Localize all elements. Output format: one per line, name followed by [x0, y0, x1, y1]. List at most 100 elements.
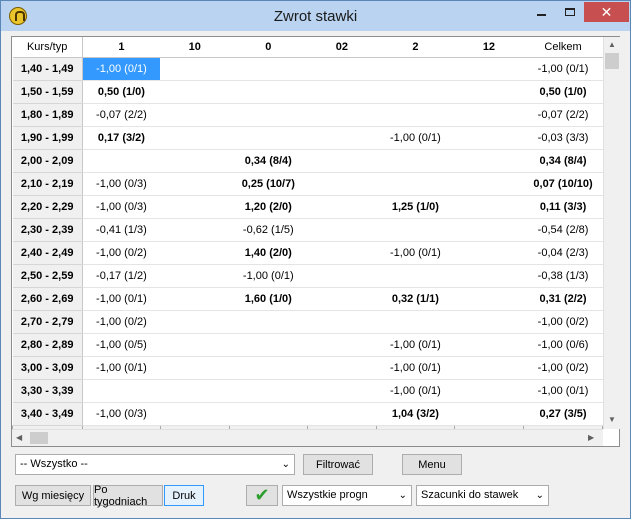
grid-cell[interactable] — [160, 218, 230, 242]
table-row[interactable]: 2,20 - 2,29 -1,00 (0/3) 1,20 (2/0) 1,25 (1/… — [12, 195, 603, 219]
table-row[interactable]: 1,80 - 1,89 -0,07 (2/2) -0,07 (2/2) — [12, 103, 603, 127]
grid-cell[interactable] — [160, 402, 230, 426]
table-row[interactable]: 2,80 - 2,89 -1,00 (0/5) -1,00 (0/1) -1,00 (… — [12, 333, 603, 357]
column-header[interactable]: 0 — [229, 37, 308, 58]
grid-cell[interactable]: 0,34 (8/4) — [229, 149, 308, 173]
grid-cell[interactable]: -1,00 (0/6) — [523, 333, 603, 357]
grid-cell[interactable] — [229, 333, 308, 357]
grid-cell[interactable]: -1,00 (0/1) — [376, 241, 455, 265]
grid-cell[interactable]: 0,11 (3/3) — [523, 195, 603, 219]
grid-cell[interactable] — [376, 264, 455, 288]
grid-cell[interactable]: -1,00 (0/1) — [376, 126, 455, 150]
grid-cell[interactable] — [160, 57, 230, 81]
grid-cell[interactable]: -1,00 (0/1) — [376, 333, 455, 357]
grid-cell[interactable] — [454, 287, 524, 311]
grid-cell[interactable]: 1,60 (1/0) — [229, 287, 308, 311]
grid-cell[interactable] — [454, 310, 524, 334]
grid-cell[interactable] — [160, 149, 230, 173]
grid-cell[interactable] — [82, 379, 161, 403]
grid-cell[interactable]: -0,54 (2/8) — [523, 218, 603, 242]
grid-cell[interactable] — [229, 126, 308, 150]
row-header[interactable]: 2,30 - 2,39 — [12, 218, 83, 242]
row-header[interactable]: 2,80 - 2,89 — [12, 333, 83, 357]
grid-cell[interactable] — [160, 80, 230, 104]
table-row[interactable]: 2,30 - 2,39 -0,41 (1/3) -0,62 (1/5) -0,54 (… — [12, 218, 603, 242]
grid-cell[interactable] — [160, 287, 230, 311]
grid-cell[interactable] — [454, 149, 524, 173]
grid-cell[interactable]: -1,00 (0/1) — [82, 356, 161, 380]
grid-cell[interactable] — [307, 379, 377, 403]
table-row[interactable]: 2,70 - 2,79 -1,00 (0/2) -1,00 (0/2) — [12, 310, 603, 334]
grid-cell[interactable]: -1,00 (0/1) — [523, 57, 603, 81]
grid-cell[interactable] — [307, 310, 377, 334]
grid-cell[interactable]: -0,41 (1/3) — [82, 218, 161, 242]
grid-cell[interactable]: -1,00 (0/2) — [523, 356, 603, 380]
grid-cell[interactable] — [376, 103, 455, 127]
grid-cell[interactable]: -1,00 (0/1) — [376, 379, 455, 403]
row-header[interactable]: 2,70 - 2,79 — [12, 310, 83, 334]
horizontal-scroll-thumb[interactable] — [30, 432, 48, 444]
row-header[interactable]: 3,30 - 3,39 — [12, 379, 83, 403]
minimize-button[interactable] — [528, 2, 555, 22]
grid-cell[interactable]: 1,40 (2/0) — [229, 241, 308, 265]
close-button[interactable]: ✕ — [584, 2, 629, 22]
grid-cell[interactable]: -1,00 (0/3) — [82, 172, 161, 196]
row-header[interactable]: 2,40 - 2,49 — [12, 241, 83, 265]
grid-cell[interactable]: -0,03 (3/3) — [523, 126, 603, 150]
scroll-down-icon[interactable]: ▼ — [608, 415, 616, 424]
column-header[interactable]: 1 — [82, 37, 161, 58]
filter-button[interactable]: Filtrować — [303, 454, 373, 475]
table-row[interactable]: 1,40 - 1,49 -1,00 (0/1) -1,00 (0/1) — [12, 57, 603, 81]
grid-cell[interactable]: -1,00 (0/2) — [82, 310, 161, 334]
grid-cell[interactable]: -1,00 (0/2) — [523, 310, 603, 334]
grid-cell[interactable] — [307, 195, 377, 219]
maximize-button[interactable] — [556, 2, 583, 22]
odds-return-grid[interactable]: Kurs/typ 1 10 0 02 2 12 Celkem 1,40 - 1,49 -1,00 … — [11, 36, 620, 447]
row-header[interactable]: 2,60 - 2,69 — [12, 287, 83, 311]
grid-cell[interactable] — [454, 241, 524, 265]
grid-cell[interactable]: -1,00 (0/3) — [82, 402, 161, 426]
row-header[interactable]: 1,80 - 1,89 — [12, 103, 83, 127]
scroll-left-icon[interactable]: ◀ — [16, 433, 22, 442]
grid-cell[interactable]: 1,25 (1/0) — [376, 195, 455, 219]
grid-cell[interactable] — [376, 310, 455, 334]
table-row[interactable]: 1,50 - 1,59 0,50 (1/0) 0,50 (1/0) — [12, 80, 603, 104]
grid-cell[interactable] — [229, 356, 308, 380]
grid-cell[interactable]: -1,00 (0/3) — [82, 195, 161, 219]
grid-cell[interactable] — [229, 379, 308, 403]
grid-cell[interactable] — [454, 126, 524, 150]
grid-cell[interactable] — [376, 172, 455, 196]
grid-cell[interactable]: 0,17 (3/2) — [82, 126, 161, 150]
grid-cell[interactable] — [454, 103, 524, 127]
grid-cell[interactable] — [229, 402, 308, 426]
grid-cell[interactable] — [454, 264, 524, 288]
grid-cell[interactable] — [307, 287, 377, 311]
grid-cell[interactable]: -0,07 (2/2) — [523, 103, 603, 127]
grid-cell[interactable] — [454, 195, 524, 219]
grid-cell[interactable]: -1,00 (0/1) — [82, 57, 161, 81]
column-header[interactable]: 2 — [376, 37, 455, 58]
grid-cell[interactable]: -0,17 (1/2) — [82, 264, 161, 288]
grid-cell[interactable] — [307, 80, 377, 104]
grid-cell[interactable]: -1,00 (0/2) — [82, 241, 161, 265]
grid-cell[interactable] — [454, 57, 524, 81]
table-row[interactable]: 1,90 - 1,99 0,17 (3/2) -1,00 (0/1) -0,03 (3… — [12, 126, 603, 150]
row-header[interactable]: 1,40 - 1,49 — [12, 57, 83, 81]
vertical-scrollbar[interactable]: ▲ ▼ — [603, 37, 620, 429]
grid-cell[interactable]: -1,00 (0/1) — [376, 356, 455, 380]
row-header[interactable]: 1,90 - 1,99 — [12, 126, 83, 150]
grid-cell[interactable]: 1,04 (3/2) — [376, 402, 455, 426]
grid-cell[interactable] — [454, 80, 524, 104]
grid-cell[interactable]: 0,25 (10/7) — [229, 172, 308, 196]
row-header[interactable]: 2,20 - 2,29 — [12, 195, 83, 219]
column-header[interactable]: Celkem — [523, 37, 603, 58]
row-header[interactable]: 2,10 - 2,19 — [12, 172, 83, 196]
grid-cell[interactable] — [454, 218, 524, 242]
grid-cell[interactable] — [160, 264, 230, 288]
vertical-scroll-thumb[interactable] — [605, 53, 619, 69]
grid-cell[interactable] — [307, 172, 377, 196]
grid-cell[interactable] — [160, 333, 230, 357]
grid-cell[interactable] — [307, 264, 377, 288]
prognosis-combo[interactable]: Wszystkie progn ⌄ — [282, 485, 412, 506]
grid-cell[interactable] — [376, 57, 455, 81]
